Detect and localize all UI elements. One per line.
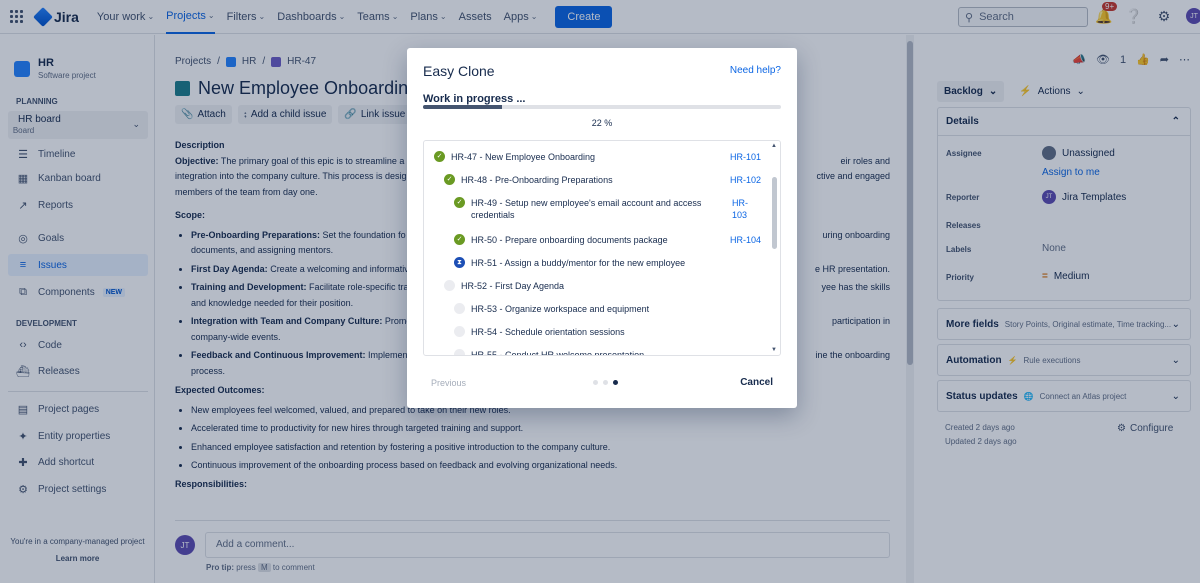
clone-list-item: ✓ HR-49 - Setup new employee's email acco… xyxy=(454,197,724,221)
step-dot xyxy=(603,380,608,385)
previous-button[interactable]: Previous xyxy=(431,378,466,388)
need-help-link[interactable]: Need help? xyxy=(730,65,781,76)
progress-percent: 22 % xyxy=(591,118,613,128)
cloned-issue-link[interactable]: HR-101 xyxy=(730,151,761,163)
hourglass-icon: ⧗ xyxy=(454,257,465,268)
cloned-issue-link[interactable]: HR-103 xyxy=(732,197,752,221)
step-indicator xyxy=(593,380,618,385)
clone-list-item: ✓ HR-47 - New Employee Onboarding xyxy=(434,151,714,163)
cancel-button[interactable]: Cancel xyxy=(740,377,773,388)
pending-circle-icon xyxy=(444,280,455,291)
pending-circle-icon xyxy=(454,303,465,314)
clone-issue-list[interactable]: ▲ ▼ ✓ HR-47 - New Employee Onboarding HR-1… xyxy=(423,140,781,356)
clone-list-item: HR-54 - Schedule orientation sessions xyxy=(454,326,724,338)
pending-circle-icon xyxy=(454,349,465,355)
clone-list-item: ⧗ HR-51 - Assign a buddy/mentor for the n… xyxy=(454,257,724,269)
clone-list-item: HR-52 - First Day Agenda xyxy=(444,280,724,292)
clone-list-item: ✓ HR-48 - Pre-Onboarding Preparations xyxy=(444,174,724,186)
progress-fill xyxy=(423,105,502,109)
progress-bar xyxy=(423,105,781,109)
clone-list-item: HR-53 - Organize workspace and equipment xyxy=(454,303,724,315)
cloned-issue-link[interactable]: HR-104 xyxy=(730,234,761,246)
step-dot-active xyxy=(613,380,618,385)
cloned-issue-link[interactable]: HR-102 xyxy=(730,174,761,186)
step-dot xyxy=(593,380,598,385)
check-circle-icon: ✓ xyxy=(444,174,455,185)
check-circle-icon: ✓ xyxy=(454,234,465,245)
list-scrollbar[interactable]: ▲ ▼ xyxy=(771,143,778,353)
list-scrollbar-thumb[interactable] xyxy=(772,177,777,249)
easy-clone-dialog: Easy Clone Need help? Work in progress .… xyxy=(407,48,797,408)
clone-list-item: ✓ HR-50 - Prepare onboarding documents pa… xyxy=(454,234,724,246)
scroll-up-icon[interactable]: ▲ xyxy=(771,143,777,149)
work-in-progress-label: Work in progress ... xyxy=(423,93,526,105)
check-circle-icon: ✓ xyxy=(454,197,465,208)
dialog-title: Easy Clone xyxy=(423,63,495,79)
scroll-down-icon[interactable]: ▼ xyxy=(771,347,777,353)
check-circle-icon: ✓ xyxy=(434,151,445,162)
pending-circle-icon xyxy=(454,326,465,337)
clone-list-item: HR-55 - Conduct HR welcome presentation xyxy=(454,349,724,355)
